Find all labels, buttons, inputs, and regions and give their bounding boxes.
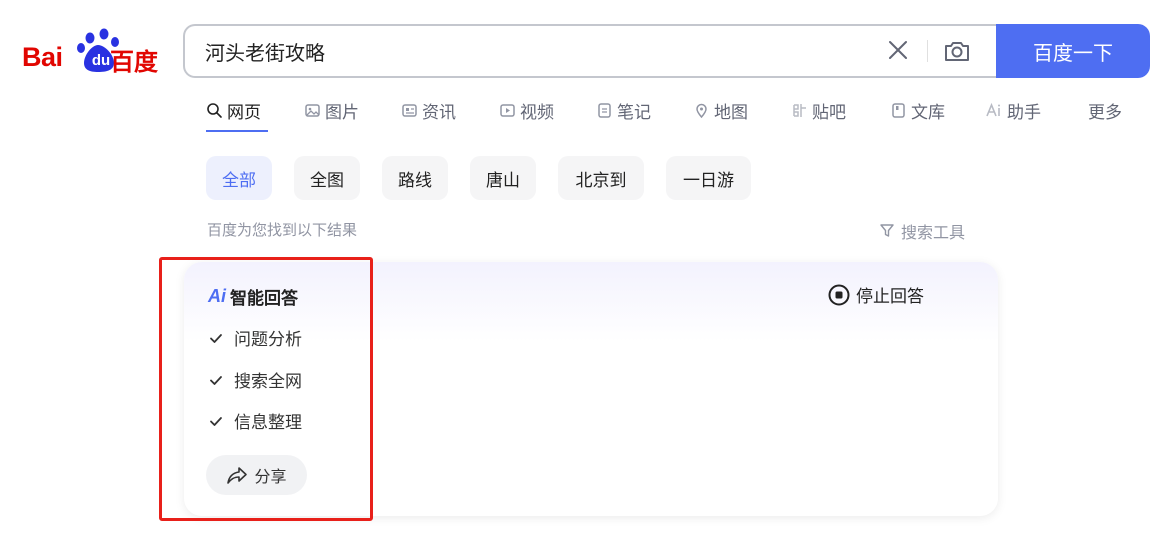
camera-icon[interactable] — [942, 36, 972, 66]
ai-step-item: 问题分析 — [208, 325, 302, 350]
share-button[interactable]: 分享 — [206, 455, 307, 495]
filter-chip-route[interactable]: 路线 — [382, 156, 448, 200]
filter-chip-all[interactable]: 全部 — [206, 156, 272, 200]
ai-step-item: 搜索全网 — [208, 367, 302, 392]
search-divider — [927, 40, 928, 62]
ai-step-item: 信息整理 — [208, 408, 302, 433]
logo-text-bai: Bai — [22, 42, 63, 72]
tab-label: 更多 — [1088, 102, 1122, 123]
tab-video[interactable]: 视频 — [499, 96, 554, 124]
ai-logo-icon: Ai — [208, 286, 226, 306]
tab-label: 笔记 — [617, 102, 651, 123]
video-icon — [500, 103, 515, 117]
ai-answer-title: Ai 智能回答 — [208, 284, 298, 309]
search-box — [183, 24, 999, 78]
share-label: 分享 — [254, 467, 287, 486]
ai-step-label: 问题分析 — [234, 330, 302, 350]
filter-chip-tangshan[interactable]: 唐山 — [470, 156, 536, 200]
filter-chip-from-beijing[interactable]: 北京到 — [558, 156, 644, 200]
tab-images[interactable]: 图片 — [304, 96, 359, 124]
filter-chip-all-images[interactable]: 全图 — [294, 156, 360, 200]
tab-label: 地图 — [714, 102, 748, 123]
ai-answer-card: Ai 智能回答 停止回答 问题分析 搜索全网 信息整理 分享 — [184, 262, 998, 516]
map-icon — [696, 103, 707, 118]
result-count-text: 百度为您找到以下结果 — [207, 221, 358, 239]
check-icon — [210, 416, 222, 426]
tab-label: 助手 — [1007, 102, 1041, 123]
tab-label: 文库 — [911, 102, 945, 123]
search-tools-button[interactable]: 搜索工具 — [879, 219, 965, 243]
tab-wenku[interactable]: 文库 — [890, 96, 945, 124]
search-icon — [207, 102, 222, 118]
share-icon — [227, 467, 248, 484]
ai-icon — [986, 102, 1000, 116]
stop-answer-button[interactable]: 停止回答 — [827, 282, 924, 307]
tab-label: 贴吧 — [812, 102, 846, 123]
search-input[interactable] — [205, 26, 865, 76]
tab-notes[interactable]: 笔记 — [596, 96, 651, 124]
ai-title-text: 智能回答 — [230, 289, 298, 309]
ai-step-label: 信息整理 — [234, 413, 302, 433]
tab-assistant[interactable]: 助手 — [986, 96, 1041, 124]
tab-tieba[interactable]: 贴吧 — [791, 96, 846, 124]
document-icon — [892, 102, 905, 118]
note-icon — [598, 102, 611, 118]
tab-label: 视频 — [520, 102, 554, 123]
tab-label: 网页 — [227, 102, 261, 123]
search-button[interactable]: 百度一下 — [996, 24, 1150, 78]
check-icon — [210, 375, 222, 385]
check-icon — [210, 333, 222, 343]
close-icon[interactable] — [885, 37, 911, 63]
logo-text-cn: 百度 — [110, 48, 158, 76]
image-icon — [305, 103, 320, 117]
news-icon — [402, 103, 417, 117]
stop-icon — [828, 284, 850, 305]
filter-icon — [880, 224, 894, 237]
active-tab-indicator — [206, 130, 268, 132]
ai-step-label: 搜索全网 — [234, 372, 302, 392]
tab-map[interactable]: 地图 — [693, 96, 748, 124]
tab-more[interactable]: 更多 — [1088, 96, 1122, 124]
stop-answer-label: 停止回答 — [856, 287, 924, 307]
tab-news[interactable]: 资讯 — [401, 96, 456, 124]
tab-web[interactable]: 网页 — [206, 96, 261, 124]
search-tools-label: 搜索工具 — [901, 223, 966, 242]
baidu-logo[interactable]: Bai du 百度 — [22, 28, 162, 76]
tab-label: 图片 — [325, 102, 359, 123]
filter-chip-day-trip[interactable]: 一日游 — [666, 156, 751, 200]
tab-label: 资讯 — [422, 102, 456, 123]
tieba-icon — [793, 103, 806, 117]
